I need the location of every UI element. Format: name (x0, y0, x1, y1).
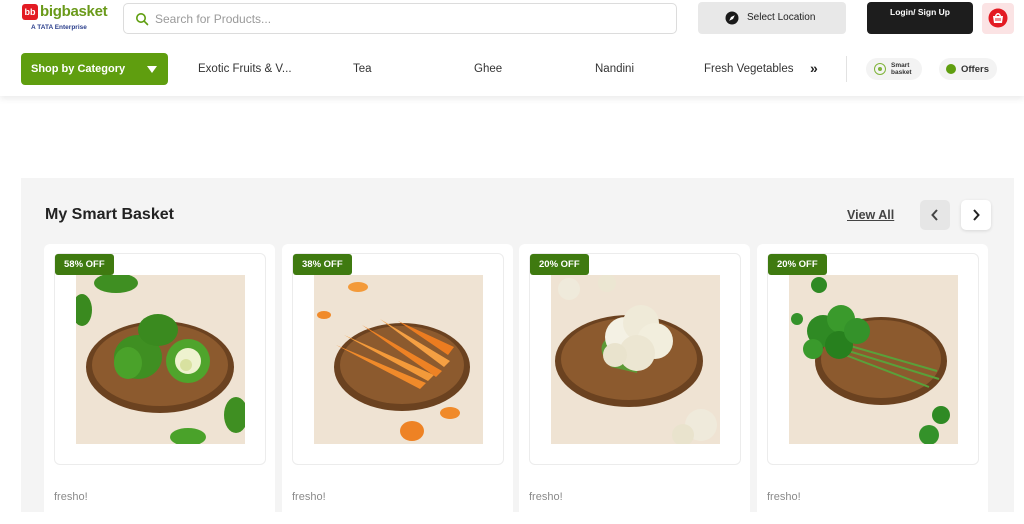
product-image-frame[interactable] (767, 253, 979, 465)
smart-basket-label: Smart basket (891, 62, 912, 76)
smart-basket-icon (874, 63, 886, 75)
product-card[interactable]: 38% OFF fresho! (282, 244, 513, 524)
product-brand: fresho! (767, 491, 801, 503)
caret-down-icon (147, 66, 157, 73)
shop-by-category-label: Shop by Category (31, 63, 126, 75)
section-title: My Smart Basket (45, 206, 174, 223)
search-icon (136, 13, 149, 26)
logo-tagline: A TATA Enterprise (31, 24, 87, 31)
shop-by-category-button[interactable]: Shop by Category (21, 53, 168, 85)
offers-icon (946, 64, 956, 74)
login-signup-button[interactable]: Login/ Sign Up (867, 2, 973, 34)
discount-badge: 20% OFF (768, 254, 827, 275)
product-brand: fresho! (529, 491, 563, 503)
carrot-image (314, 275, 483, 444)
discount-badge: 58% OFF (55, 254, 114, 275)
product-image-frame[interactable] (54, 253, 266, 465)
search-bar[interactable] (123, 3, 677, 34)
product-image-frame[interactable] (529, 253, 741, 465)
product-brand: fresho! (54, 491, 88, 503)
nav-link-ghee[interactable]: Ghee (474, 63, 502, 75)
product-image-frame[interactable] (292, 253, 504, 465)
carousel-prev-button[interactable] (920, 200, 950, 230)
offers-label: Offers (961, 64, 989, 75)
nav-link-tea[interactable]: Tea (353, 63, 372, 75)
capsicum-image (76, 275, 245, 444)
nav-divider (846, 56, 847, 82)
offers-button[interactable]: Offers (939, 58, 997, 80)
logo-mark: bb (22, 4, 38, 20)
product-card[interactable]: 20% OFF fresho! (519, 244, 750, 524)
discount-badge: 20% OFF (530, 254, 589, 275)
basket-icon (988, 8, 1008, 28)
smart-basket-section: My Smart Basket View All 58% OFF fresho!… (21, 178, 1014, 524)
nav-link-fresh-vegetables[interactable]: Fresh Vegetables (704, 63, 794, 75)
discount-badge: 38% OFF (293, 254, 352, 275)
coriander-image (789, 275, 958, 444)
chevron-left-icon (931, 209, 938, 221)
cauliflower-image (551, 275, 720, 444)
nav-link-nandini[interactable]: Nandini (595, 63, 634, 75)
nav-link-exotic-fruits[interactable]: Exotic Fruits & V... (198, 63, 292, 75)
bigbasket-logo[interactable]: bb bigbasket A TATA Enterprise (22, 3, 108, 34)
cart-button[interactable] (982, 3, 1014, 34)
chevron-right-icon (973, 209, 980, 221)
product-brand: fresho! (292, 491, 326, 503)
search-input[interactable] (155, 8, 655, 29)
select-location-label: Select Location (747, 12, 816, 23)
product-card[interactable]: 20% OFF fresho! (757, 244, 988, 524)
logo-wordmark: bigbasket (40, 3, 108, 20)
carousel-next-button[interactable] (961, 200, 991, 230)
nav-more-icon[interactable]: » (810, 60, 818, 76)
product-card[interactable]: 58% OFF fresho! (44, 244, 275, 524)
site-header: bb bigbasket A TATA Enterprise Select Lo… (0, 0, 1024, 96)
compass-icon (725, 11, 739, 25)
view-all-link[interactable]: View All (847, 208, 894, 222)
select-location-button[interactable]: Select Location (698, 2, 846, 34)
smart-basket-button[interactable]: Smart basket (866, 58, 922, 80)
